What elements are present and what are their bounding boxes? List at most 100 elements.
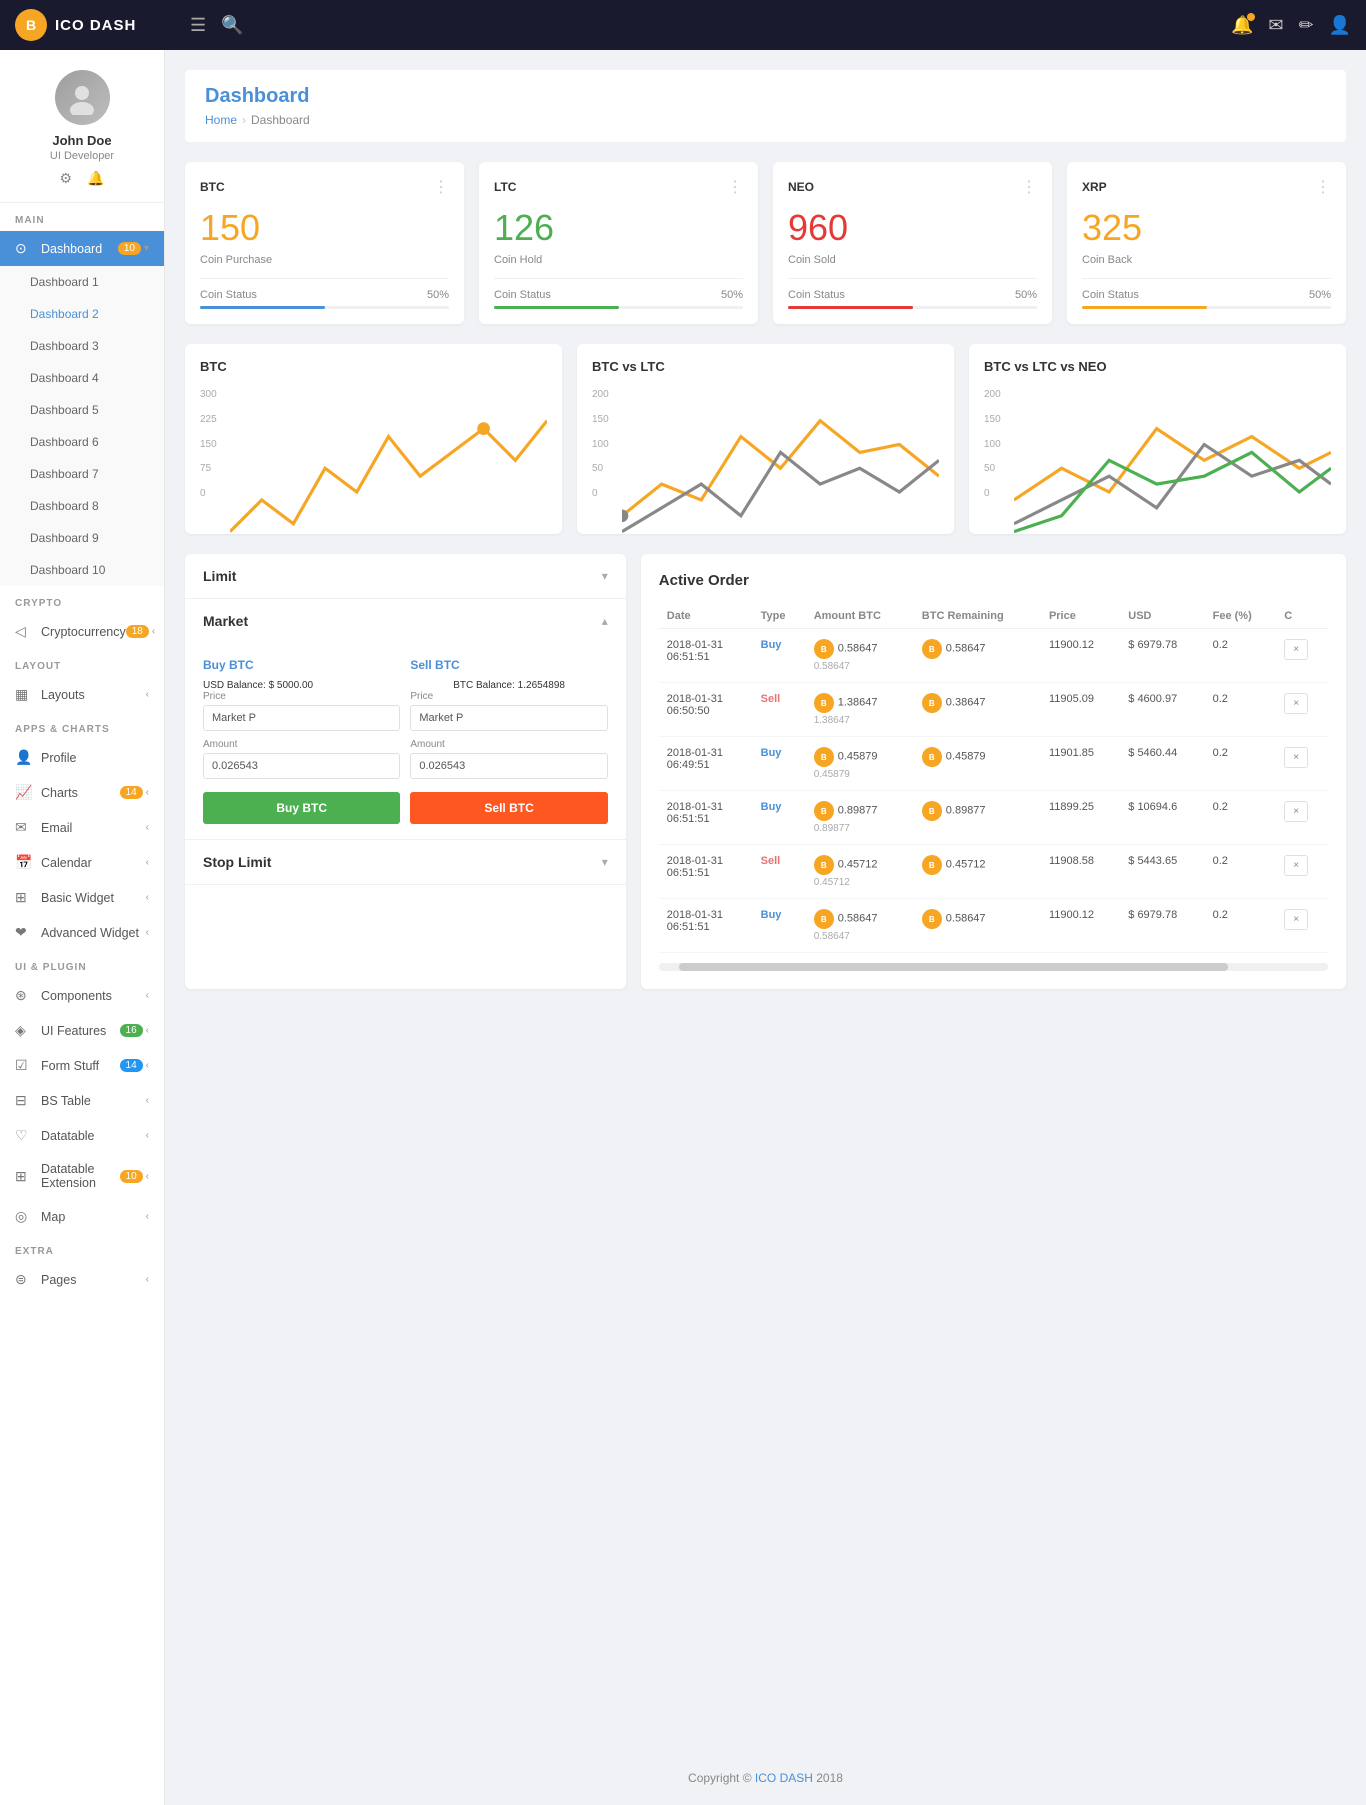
cell-action[interactable]: × bbox=[1276, 845, 1328, 899]
sidebar-item-basic-widget[interactable]: ⊞ Basic Widget ‹ bbox=[0, 880, 164, 915]
sidebar-section-crypto: CRYPTO bbox=[0, 586, 164, 614]
coin-btc-menu[interactable]: ⋮ bbox=[433, 177, 449, 197]
order-cancel-btn[interactable]: × bbox=[1284, 747, 1308, 768]
col-type: Type bbox=[753, 604, 806, 629]
charts-badge: 14 bbox=[120, 786, 143, 799]
sell-price-input[interactable] bbox=[410, 705, 607, 731]
sidebar-item-bs-table[interactable]: ⊟ BS Table ‹ bbox=[0, 1083, 164, 1118]
cell-action[interactable]: × bbox=[1276, 791, 1328, 845]
notification-icon[interactable]: 🔔 bbox=[1231, 15, 1253, 36]
datatable-ext-badge: 10 bbox=[120, 1170, 143, 1183]
sidebar-item-dashboard-6[interactable]: Dashboard 6 bbox=[0, 426, 164, 458]
chart-svg-btc-ltc bbox=[622, 389, 939, 563]
breadcrumb-home[interactable]: Home bbox=[205, 113, 237, 127]
edit-icon[interactable]: ✏ bbox=[1298, 15, 1313, 36]
sidebar-label-charts: Charts bbox=[41, 786, 120, 800]
sidebar-item-dashboard-1[interactable]: Dashboard 1 bbox=[0, 266, 164, 298]
order-cancel-btn[interactable]: × bbox=[1284, 693, 1308, 714]
sidebar-item-dashboard-10[interactable]: Dashboard 10 bbox=[0, 554, 164, 586]
cell-action[interactable]: × bbox=[1276, 629, 1328, 683]
order-cancel-btn[interactable]: × bbox=[1284, 801, 1308, 822]
order-cancel-btn[interactable]: × bbox=[1284, 909, 1308, 930]
sidebar-label-datatable-extension: Datatable Extension bbox=[41, 1162, 120, 1190]
breadcrumb-current: Dashboard bbox=[251, 113, 310, 127]
buy-amount-input[interactable] bbox=[203, 753, 400, 779]
mail-icon[interactable]: ✉ bbox=[1268, 15, 1283, 36]
sidebar-item-dashboard[interactable]: ⊙ Dashboard 10 ▾ bbox=[0, 231, 164, 266]
sidebar-item-datatable[interactable]: ♡ Datatable ‹ bbox=[0, 1118, 164, 1153]
scrollbar-area[interactable] bbox=[659, 963, 1328, 971]
charts-icon: 📈 bbox=[15, 784, 33, 801]
coin-badge-rem: B bbox=[922, 747, 942, 767]
chart-area-btc-ltc-neo: 200 150 100 50 0 bbox=[984, 389, 1331, 519]
sidebar-item-datatable-extension[interactable]: ⊞ Datatable Extension 10 ‹ bbox=[0, 1153, 164, 1199]
avatar bbox=[55, 70, 110, 125]
cell-fee: 0.2 bbox=[1205, 683, 1277, 737]
brand-icon: B bbox=[15, 9, 47, 41]
trade-market-header[interactable]: Market ▴ bbox=[185, 599, 626, 643]
sidebar-item-ui-features[interactable]: ◈ UI Features 16 ‹ bbox=[0, 1013, 164, 1048]
sidebar-item-dashboard-5[interactable]: Dashboard 5 bbox=[0, 394, 164, 426]
buy-price-input[interactable] bbox=[203, 705, 400, 731]
pages-icon: ⊜ bbox=[15, 1271, 33, 1288]
trade-panel: Limit ▾ Market ▴ Buy BTC bbox=[185, 554, 626, 989]
table-row: 2018-01-3106:51:51 Buy B0.586470.58647 B… bbox=[659, 899, 1328, 953]
page-header: Dashboard Home › Dashboard bbox=[185, 70, 1346, 142]
sidebar-item-cryptocurrency[interactable]: ◁ Cryptocurrency 18 ‹ bbox=[0, 614, 164, 649]
cell-price: 11900.12 bbox=[1041, 899, 1120, 953]
chart-svg-btc bbox=[230, 389, 547, 563]
sell-amount-input[interactable] bbox=[410, 753, 607, 779]
trade-stop-limit-arrow: ▾ bbox=[602, 855, 608, 869]
sidebar-item-dashboard-4[interactable]: Dashboard 4 bbox=[0, 362, 164, 394]
coin-badge-rem: B bbox=[922, 855, 942, 875]
chart-title-btc-ltc: BTC vs LTC bbox=[592, 359, 939, 374]
sidebar-item-profile[interactable]: 👤 Profile bbox=[0, 740, 164, 775]
search-icon[interactable]: 🔍 bbox=[221, 15, 243, 36]
sidebar-item-map[interactable]: ◎ Map ‹ bbox=[0, 1199, 164, 1234]
buy-btc-button[interactable]: Buy BTC bbox=[203, 792, 400, 824]
sidebar-item-advanced-widget[interactable]: ❤ Advanced Widget ‹ bbox=[0, 915, 164, 950]
cell-action[interactable]: × bbox=[1276, 737, 1328, 791]
bell-icon[interactable]: 🔔 bbox=[87, 170, 104, 187]
sidebar-item-dashboard-7[interactable]: Dashboard 7 bbox=[0, 458, 164, 490]
coin-ltc-menu[interactable]: ⋮ bbox=[727, 177, 743, 197]
sell-price-row: Price bbox=[410, 691, 607, 731]
sidebar-item-calendar[interactable]: 📅 Calendar ‹ bbox=[0, 845, 164, 880]
col-date: Date bbox=[659, 604, 753, 629]
user-icon[interactable]: 👤 bbox=[1329, 15, 1351, 36]
market-form: Buy BTC USD Balance: $ 5000.00 Price bbox=[203, 658, 608, 824]
sidebar-item-dashboard-8[interactable]: Dashboard 8 bbox=[0, 490, 164, 522]
sell-btc-button[interactable]: Sell BTC bbox=[410, 792, 607, 824]
sidebar-item-charts[interactable]: 📈 Charts 14 ‹ bbox=[0, 775, 164, 810]
sidebar-item-pages[interactable]: ⊜ Pages ‹ bbox=[0, 1262, 164, 1297]
cell-action[interactable]: × bbox=[1276, 899, 1328, 953]
sidebar-item-email[interactable]: ✉ Email ‹ bbox=[0, 810, 164, 845]
chart-svg-btc-ltc-neo bbox=[1014, 389, 1331, 563]
coin-xrp-menu[interactable]: ⋮ bbox=[1315, 177, 1331, 197]
coin-badge-rem: B bbox=[922, 693, 942, 713]
cell-fee: 0.2 bbox=[1205, 737, 1277, 791]
footer-text: Copyright © ICO DASH 2018 bbox=[688, 1771, 843, 1785]
order-cancel-btn[interactable]: × bbox=[1284, 639, 1308, 660]
avatar-svg bbox=[65, 80, 100, 115]
market-btc-balance: BTC Balance: 1.2654898 bbox=[410, 680, 607, 691]
sidebar-item-form-stuff[interactable]: ☑ Form Stuff 14 ‹ bbox=[0, 1048, 164, 1083]
cell-usd: $ 5443.65 bbox=[1120, 845, 1204, 899]
coin-ltc-bar bbox=[494, 306, 619, 309]
cell-amount: B0.586470.58647 bbox=[806, 629, 914, 683]
trade-stop-limit-header[interactable]: Stop Limit ▾ bbox=[185, 840, 626, 884]
table-row: 2018-01-3106:49:51 Buy B0.458790.45879 B… bbox=[659, 737, 1328, 791]
settings-icon[interactable]: ⚙ bbox=[60, 170, 73, 187]
sidebar-item-dashboard-9[interactable]: Dashboard 9 bbox=[0, 522, 164, 554]
col-fee: Fee (%) bbox=[1205, 604, 1277, 629]
coin-neo-menu[interactable]: ⋮ bbox=[1021, 177, 1037, 197]
cell-action[interactable]: × bbox=[1276, 683, 1328, 737]
basic-widget-arrow: ‹ bbox=[146, 892, 149, 903]
coin-badge-rem: B bbox=[922, 909, 942, 929]
sidebar-item-components[interactable]: ⊛ Components ‹ bbox=[0, 978, 164, 1013]
sidebar-item-dashboard-3[interactable]: Dashboard 3 bbox=[0, 330, 164, 362]
sidebar-item-dashboard-2[interactable]: Dashboard 2 bbox=[0, 298, 164, 330]
sidebar-item-layouts[interactable]: ▦ Layouts ‹ bbox=[0, 677, 164, 712]
menu-icon[interactable]: ☰ bbox=[190, 15, 206, 36]
order-cancel-btn[interactable]: × bbox=[1284, 855, 1308, 876]
